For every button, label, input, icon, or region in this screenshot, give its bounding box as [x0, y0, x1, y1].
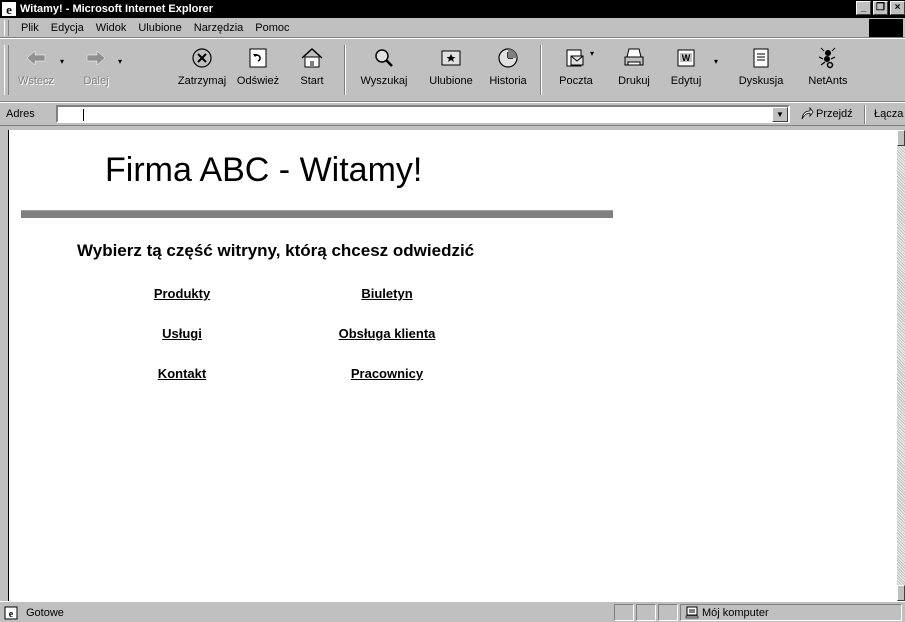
back-dropdown[interactable]: ▾ — [60, 57, 64, 66]
go-button[interactable]: Przejdź — [800, 107, 853, 121]
menu-favorites[interactable]: Ulubione — [132, 22, 187, 34]
link-uslugi[interactable]: Usługi — [162, 326, 202, 341]
word-icon: W — [677, 49, 695, 67]
scroll-down-button[interactable] — [897, 585, 905, 601]
window-title: Witamy! - Microsoft Internet Explorer — [20, 3, 214, 15]
refresh-button[interactable]: Odśwież — [236, 43, 280, 97]
status-panel — [658, 604, 678, 621]
favorites-label: Ulubione — [429, 75, 473, 87]
link-produkty[interactable]: Produkty — [154, 286, 210, 301]
refresh-label: Odśwież — [236, 75, 280, 87]
discuss-label: Dyskusja — [738, 75, 784, 87]
home-icon — [301, 47, 323, 68]
menu-view[interactable]: Widok — [90, 22, 133, 34]
forward-button[interactable]: Dalej — [76, 43, 116, 97]
refresh-icon — [249, 48, 267, 68]
menu-help[interactable]: Pomoc — [249, 22, 295, 34]
toolbar-separator — [344, 45, 346, 95]
edit-dropdown[interactable]: ▾ — [714, 57, 718, 66]
svg-text:W: W — [682, 53, 691, 63]
favorites-button[interactable]: Ulubione — [422, 43, 480, 97]
svg-text:e: e — [6, 2, 12, 16]
scroll-up-button[interactable] — [897, 130, 905, 146]
svg-text:e: e — [9, 609, 14, 620]
address-dropdown-button[interactable]: ▼ — [772, 107, 788, 122]
mail-dropdown[interactable]: ▾ — [590, 49, 594, 58]
title-bar: e Witamy! - Microsoft Internet Explorer … — [0, 0, 905, 18]
toolbar-separator — [540, 45, 542, 95]
horizontal-rule — [21, 210, 613, 218]
standard-toolbar: Wstecz ▾ Dalej ▾ Zatrzymaj Odśwież Start… — [0, 38, 905, 102]
home-label: Start — [300, 75, 324, 87]
printer-icon — [624, 48, 644, 66]
computer-icon — [685, 606, 699, 619]
back-label: Wstecz — [17, 75, 55, 87]
close-button[interactable]: × — [890, 1, 905, 15]
history-label: Historia — [489, 75, 527, 87]
links-separator — [864, 105, 866, 124]
page-title: Firma ABC - Witamy! — [105, 151, 423, 189]
links-toolbar-label[interactable]: Łącza — [874, 108, 903, 120]
zone-panel: Mój komputer — [680, 604, 902, 621]
discuss-icon — [753, 48, 769, 68]
minimize-button[interactable]: _ — [856, 1, 871, 15]
link-biuletyn[interactable]: Biuletyn — [361, 286, 412, 301]
menu-tools[interactable]: Narzędzia — [188, 22, 250, 34]
address-input[interactable] — [56, 105, 790, 123]
home-button[interactable]: Start — [296, 43, 328, 97]
page-subtitle: Wybierz tą część witryny, którą chcesz o… — [77, 241, 475, 260]
status-text: Gotowe — [26, 607, 64, 619]
go-label: Przejdź — [816, 108, 853, 120]
history-icon — [498, 48, 518, 68]
toolbar-grip[interactable] — [4, 45, 9, 95]
menu-grip[interactable] — [4, 19, 9, 36]
zone-text: Mój komputer — [702, 607, 769, 619]
edit-button[interactable]: W Edytuj — [666, 43, 706, 97]
back-button[interactable]: Wstecz — [14, 43, 58, 97]
windows-logo-icon — [869, 19, 903, 37]
restore-button[interactable]: ❐ — [873, 1, 888, 15]
netants-icon — [818, 47, 836, 69]
page-done-icon: e — [4, 606, 18, 620]
forward-label: Dalej — [83, 75, 109, 87]
status-panel — [636, 604, 656, 621]
forward-arrow-icon — [86, 50, 106, 66]
status-panel — [614, 604, 634, 621]
search-label: Wyszukaj — [360, 75, 408, 87]
menu-bar: Plik Edycja Widok Ulubione Narzędzia Pom… — [0, 18, 905, 38]
page-viewport: Firma ABC - Witamy! Wybierz tą część wit… — [8, 130, 897, 601]
address-label: Adres — [6, 108, 35, 120]
stop-icon — [192, 48, 212, 68]
print-label: Drukuj — [618, 75, 650, 87]
print-button[interactable]: Drukuj — [614, 43, 654, 97]
search-button[interactable]: Wyszukaj — [356, 43, 412, 97]
link-kontakt[interactable]: Kontakt — [158, 366, 206, 381]
back-arrow-icon — [26, 50, 46, 66]
favorites-icon — [441, 50, 461, 66]
menu-file[interactable]: Plik — [15, 22, 45, 34]
history-button[interactable]: Historia — [486, 43, 530, 97]
mail-label: Poczta — [559, 75, 593, 87]
stop-label: Zatrzymaj — [177, 75, 227, 87]
netants-label: NetAnts — [808, 75, 848, 87]
stop-button[interactable]: Zatrzymaj — [172, 43, 232, 97]
netants-button[interactable]: NetAnts — [804, 43, 852, 97]
go-arrow-icon — [801, 107, 814, 120]
search-icon — [375, 49, 393, 67]
ie-logo-icon: e — [2, 2, 16, 16]
link-obsluga-klienta[interactable]: Obsługa klienta — [339, 326, 436, 341]
edit-label: Edytuj — [670, 75, 702, 87]
link-pracownicy[interactable]: Pracownicy — [351, 366, 423, 381]
mail-icon — [566, 49, 584, 67]
vertical-scrollbar[interactable] — [897, 130, 905, 601]
forward-dropdown[interactable]: ▾ — [118, 57, 122, 66]
discuss-button[interactable]: Dyskusja — [732, 43, 790, 97]
text-caret — [83, 109, 84, 121]
status-bar: e Gotowe Mój komputer — [0, 601, 905, 622]
menu-edit[interactable]: Edycja — [45, 22, 90, 34]
address-bar: Adres ▼ Przejdź Łącza — [0, 102, 905, 126]
